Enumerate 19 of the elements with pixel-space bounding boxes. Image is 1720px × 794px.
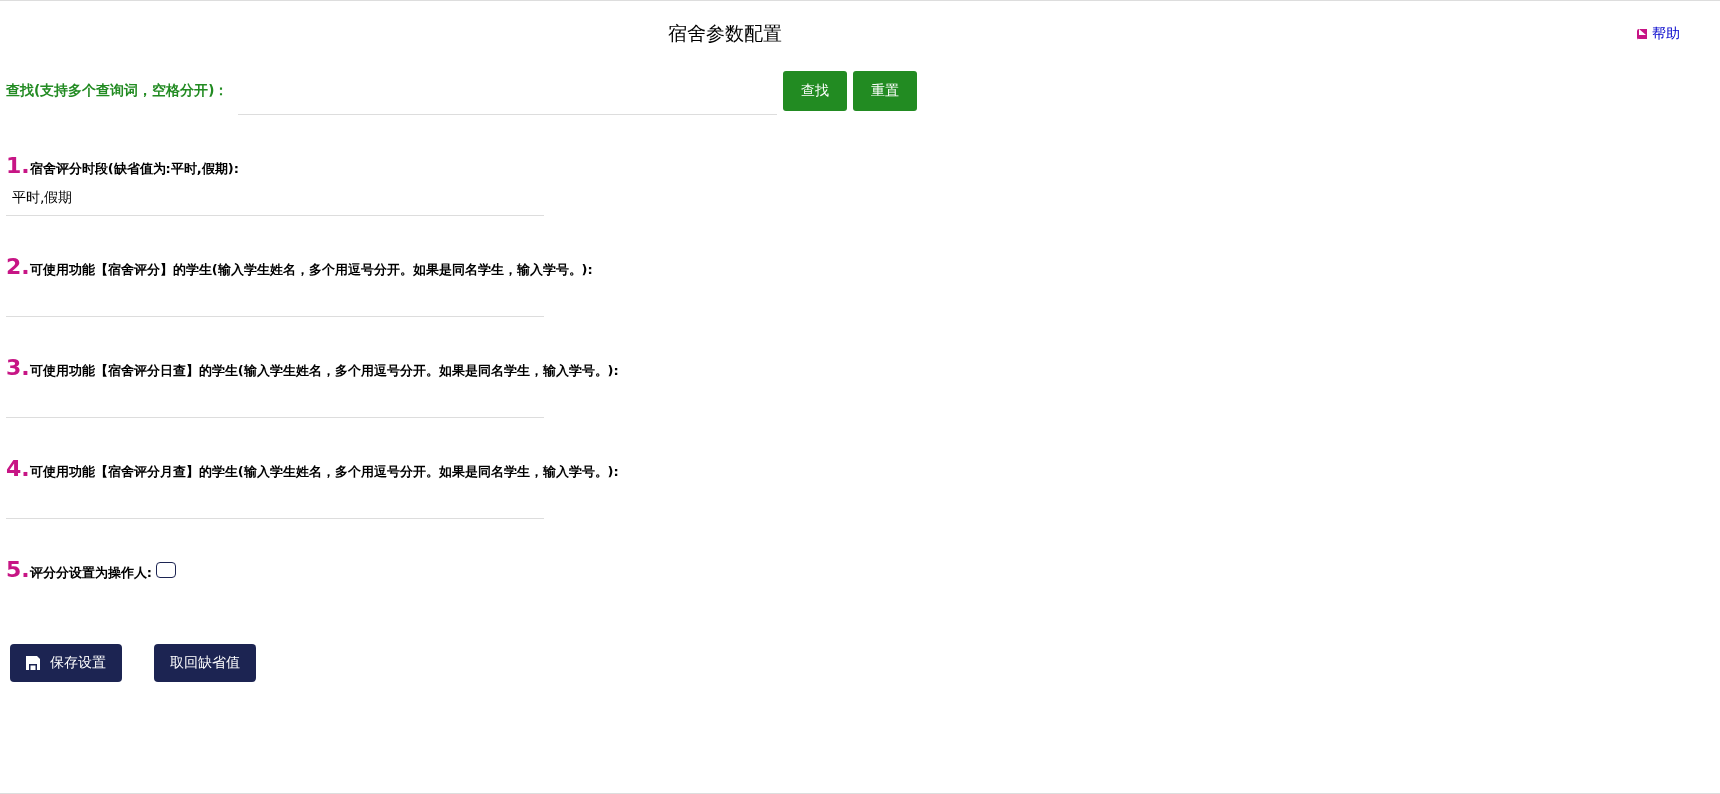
search-button[interactable]: 查找 [783,71,848,111]
setting-label: 可使用功能【宿舍评分月查】的学生(输入学生姓名，多个用逗号分开。如果是同名学生，输入学号。): [29,464,619,481]
setting-label: 宿舍评分时段(缺省值为:平时,假期): [29,161,239,178]
setting-label: 评分分设置为操作人: [29,565,152,582]
setting-label: 可使用功能【宿舍评分日查】的学生(输入学生姓名，多个用逗号分开。如果是同名学生，输入学号。): [29,363,619,380]
checkbox[interactable] [155,561,176,578]
restore-default-button[interactable]: 取回缺省值 [154,644,256,682]
section-number: 3. [6,355,30,380]
page-title: 宿舍参数配置 [668,21,782,46]
setting-label: 可使用功能【宿舍评分】的学生(输入学生姓名，多个用逗号分开。如果是同名学生，输入学号。): [29,262,593,279]
search-label: 查找(支持多个查询词，空格分开)： [6,82,229,100]
help-link[interactable]: 帮助 [1636,25,1680,43]
section-number: 2. [6,254,30,279]
save-button[interactable]: 保存设置 [10,644,122,682]
book-icon [1636,27,1648,41]
search-button[interactable]: 重置 [853,71,918,111]
section-number: 5. [6,557,30,582]
section-number: 4. [6,456,30,481]
section-number: 1. [6,153,30,178]
